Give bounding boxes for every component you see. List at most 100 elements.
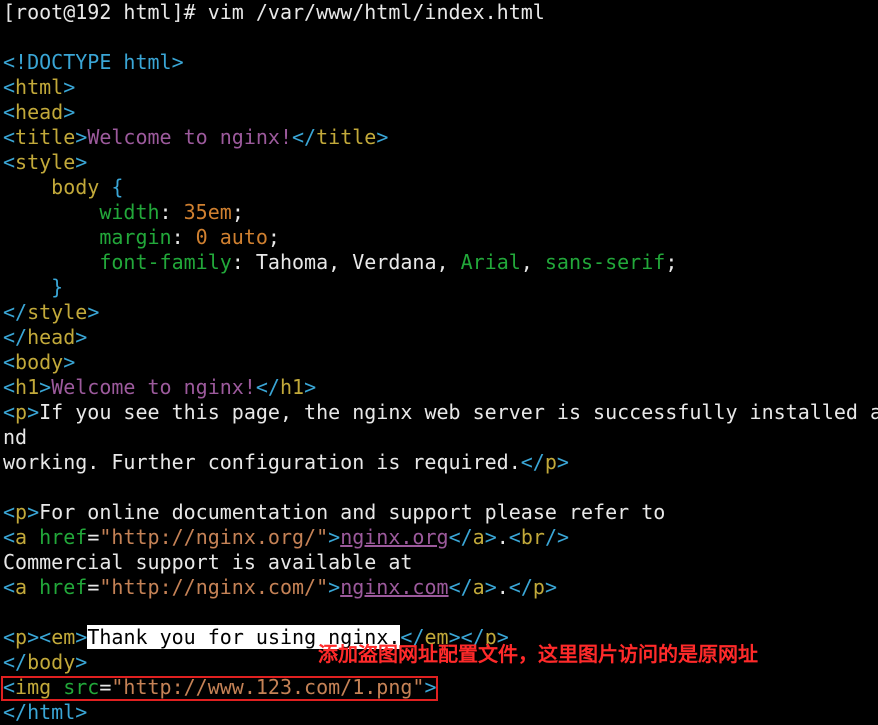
css-selector-line: body { — [3, 175, 878, 200]
p1-wrap-line: nd — [3, 425, 878, 450]
tag-bracket: > — [27, 625, 40, 649]
tag-name: html — [15, 75, 64, 99]
attr-eq: = — [87, 525, 100, 549]
tag-bracket: > — [304, 375, 317, 399]
paragraph-text: If you see this page, the nginx web serv… — [39, 400, 878, 424]
tag-bracket: </ — [255, 375, 280, 399]
tag-bracket: </ — [448, 525, 473, 549]
css-value-keyword: sans-serif — [544, 250, 666, 274]
tag-bracket: </ — [448, 575, 473, 599]
paragraph-text: For online documentation and support ple… — [39, 500, 666, 524]
tag-bracket: /> — [544, 525, 570, 549]
tag-name: p — [15, 625, 28, 649]
tag-bracket: > — [328, 575, 341, 599]
tag-bracket: < — [3, 525, 16, 549]
css-selector: body — [3, 175, 112, 199]
tag-bracket: > — [75, 625, 88, 649]
style-open-line: <style> — [3, 150, 878, 175]
shell-prompt: [root@192 html]# vim /var/www/html/index… — [3, 0, 545, 24]
attr-name: href — [39, 525, 88, 549]
css-semicolon: ; — [665, 250, 678, 274]
body-open-line: <body> — [3, 350, 878, 375]
tag-bracket: < — [3, 150, 16, 174]
tag-bracket: < — [3, 125, 16, 149]
css-property: font-family — [99, 250, 232, 274]
h1-line: <h1>Welcome to nginx!</h1> — [3, 375, 878, 400]
tag-bracket: > — [75, 650, 88, 674]
tag-name: p — [544, 450, 557, 474]
tag-bracket: > — [63, 350, 76, 374]
p2-line: <p>For online documentation and support … — [3, 500, 878, 525]
h1-text: Welcome to nginx! — [51, 375, 256, 399]
tag-bracket: < — [3, 75, 16, 99]
tag-bracket: < — [3, 100, 16, 124]
tag-name: a — [15, 525, 28, 549]
anchor-org-line: <a href="http://nginx.org/">nginx.org</a… — [3, 525, 878, 550]
css-brace: { — [111, 175, 124, 199]
tag-bracket: < — [3, 625, 16, 649]
link-text-nginx-org: nginx.org — [340, 525, 449, 549]
tag-bracket: > — [39, 375, 52, 399]
css-value: Tahoma, Verdana, — [255, 250, 461, 274]
head-open-line: <head> — [3, 100, 878, 125]
tag-name: p — [532, 575, 545, 599]
shell-prompt-line: [root@192 html]# vim /var/www/html/index… — [3, 0, 878, 25]
tag-bracket: > — [484, 575, 497, 599]
tag-name: body — [15, 350, 64, 374]
html-open-line: <html> — [3, 75, 878, 100]
tag-bracket: > — [544, 575, 557, 599]
tag-name: br — [520, 525, 545, 549]
tag-bracket: </ — [508, 575, 533, 599]
tag-bracket: < — [3, 575, 16, 599]
tag-bracket: </ — [3, 650, 28, 674]
tag-bracket: > — [63, 75, 76, 99]
css-semicolon: ; — [267, 225, 280, 249]
tag-bracket: < — [508, 525, 521, 549]
css-font-line: font-family: Tahoma, Verdana, Arial, san… — [3, 250, 878, 275]
tag-bracket: </ — [520, 450, 545, 474]
tag-name: title — [316, 125, 377, 149]
html-close-line-partial: </html> — [3, 700, 878, 725]
attr-value: "http://nginx.org/" — [99, 525, 329, 549]
tag-name: style — [27, 300, 88, 324]
css-property: margin — [99, 225, 172, 249]
tag-bracket: > — [27, 400, 40, 424]
tag-partial: </html> — [3, 700, 88, 724]
annotation-label: 添加盗图网址配置文件，这里图片访问的是原网址 — [318, 642, 758, 666]
tag-bracket: > — [27, 500, 40, 524]
attr-name: href — [39, 575, 88, 599]
css-brace: } — [3, 275, 64, 299]
commercial-line: Commercial support is available at — [3, 550, 878, 575]
tag-name: a — [472, 525, 485, 549]
tag-name: style — [15, 150, 76, 174]
css-property: width — [99, 200, 160, 224]
css-value: 0 auto — [195, 225, 268, 249]
css-colon: : — [171, 225, 196, 249]
tag-bracket: < — [3, 500, 16, 524]
tag-bracket: <! — [3, 50, 28, 74]
tag-bracket: > — [328, 525, 341, 549]
doctype-value: html — [111, 50, 172, 74]
css-semicolon: ; — [231, 200, 244, 224]
tag-bracket: < — [3, 400, 16, 424]
doctype-keyword: DOCTYPE — [27, 50, 112, 74]
highlight-box — [1, 676, 438, 701]
css-colon: : — [231, 250, 256, 274]
terminal-window[interactable]: [root@192 html]# vim /var/www/html/index… — [3, 0, 878, 725]
attr-eq: = — [87, 575, 100, 599]
tag-bracket: </ — [3, 325, 28, 349]
p1-line2: working. Further configuration is requir… — [3, 450, 878, 475]
tag-bracket: > — [75, 150, 88, 174]
tag-name: h1 — [279, 375, 305, 399]
paragraph-text: nd — [3, 425, 28, 449]
tag-bracket: > — [63, 100, 76, 124]
css-width-line: width: 35em; — [3, 200, 878, 225]
css-colon: : — [159, 200, 184, 224]
head-close-line: </head> — [3, 325, 878, 350]
tag-bracket: > — [75, 125, 88, 149]
